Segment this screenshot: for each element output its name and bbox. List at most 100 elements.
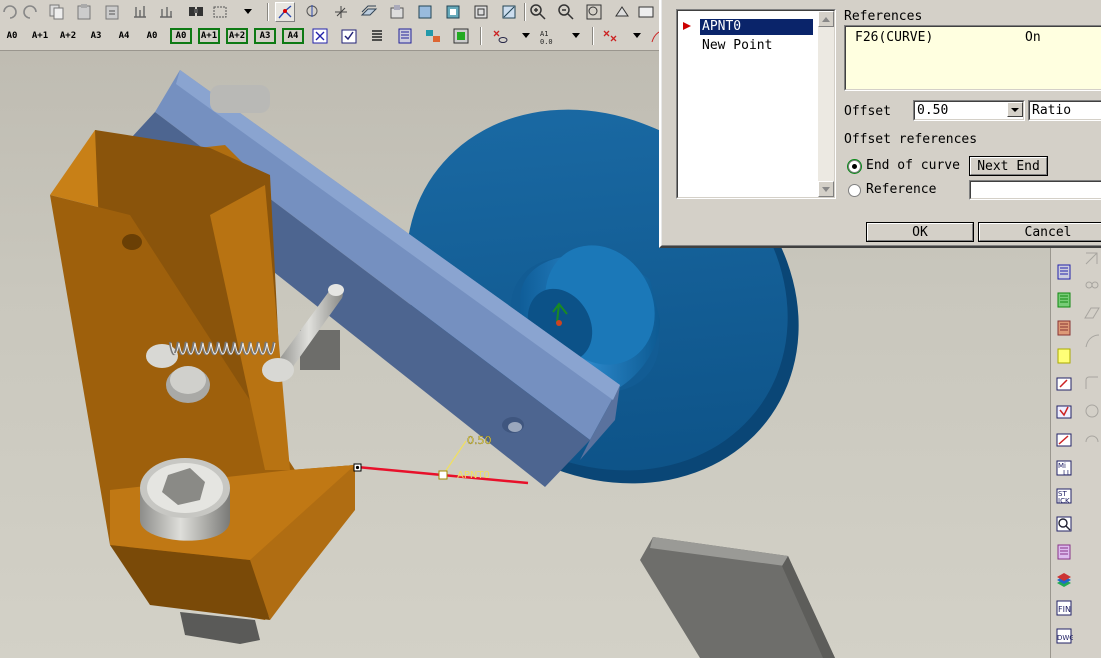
- svg-text:0.0: 0.0: [540, 38, 553, 45]
- regen-manager-icon[interactable]: [156, 2, 176, 22]
- view-mode-button[interactable]: A0: [141, 28, 163, 44]
- gray-block[interactable]: [640, 537, 835, 658]
- end-of-curve-radio[interactable]: [848, 160, 861, 173]
- reference-radio[interactable]: [848, 184, 861, 197]
- view-manager-icon[interactable]: [387, 2, 407, 22]
- datum-point-icon[interactable]: [275, 2, 295, 22]
- drawing-icon[interactable]: DWG: [1054, 626, 1074, 646]
- redo-icon[interactable]: [20, 2, 40, 22]
- datum-plane-icon[interactable]: [359, 2, 379, 22]
- saved-view-icon[interactable]: [415, 2, 435, 22]
- checklist-icon[interactable]: [339, 26, 359, 46]
- ghost-link-icon: [1085, 281, 1099, 289]
- undo-icon[interactable]: [0, 2, 20, 22]
- layer-tree-icon[interactable]: [451, 26, 471, 46]
- ghost-circle-icon: [1085, 404, 1099, 418]
- datum-csys-icon[interactable]: [331, 2, 351, 22]
- references-label: References: [844, 9, 923, 24]
- datum-point-display-icon[interactable]: [600, 26, 620, 46]
- datum-axis-icon[interactable]: [303, 2, 323, 22]
- svg-text:A1: A1: [540, 30, 548, 38]
- reference-label[interactable]: Reference: [866, 182, 936, 197]
- ghost-sketch-icon: [1085, 252, 1098, 265]
- ghost-round-icon: [1085, 376, 1098, 389]
- layers-icon[interactable]: [1054, 570, 1074, 590]
- note-icon[interactable]: [1054, 346, 1074, 366]
- next-end-button[interactable]: Next End: [969, 156, 1048, 176]
- offset-dropdown-arrow[interactable]: [1007, 102, 1023, 117]
- select-box-icon[interactable]: [210, 2, 230, 22]
- view-mode-button[interactable]: A+1: [29, 28, 51, 44]
- notes-icon[interactable]: [395, 26, 415, 46]
- reference-input[interactable]: [969, 180, 1101, 200]
- svg-text:DWG: DWG: [1057, 634, 1073, 642]
- ok-button[interactable]: OK: [866, 222, 974, 242]
- offset-type-text: Ratio: [1032, 103, 1072, 118]
- model-tree-icon[interactable]: [423, 26, 443, 46]
- ghost-arc-icon: [1085, 435, 1099, 443]
- red-table-icon[interactable]: [1054, 318, 1074, 338]
- cancel-button[interactable]: Cancel: [978, 222, 1101, 242]
- point-name-tag: APNT0: [457, 470, 490, 481]
- offset-label: Offset: [844, 104, 891, 119]
- point-list[interactable]: APNT0 New Point: [676, 9, 836, 199]
- stick-icon[interactable]: ST ICK: [1054, 486, 1074, 506]
- view-mode-button[interactable]: A+2: [57, 28, 79, 44]
- reference-name[interactable]: F26(CURVE): [855, 30, 933, 45]
- zoom-in-icon[interactable]: [528, 2, 548, 22]
- point-tag-icon[interactable]: A1 0.0: [538, 26, 558, 46]
- datum-point-dialog: APNT0 New Point References F26(CURVE) On…: [659, 0, 1101, 248]
- reference-state[interactable]: On: [1025, 30, 1041, 45]
- layer-list-icon[interactable]: [367, 26, 387, 46]
- close-window-icon[interactable]: [310, 26, 330, 46]
- point-ratio-tag: 0.50: [467, 434, 492, 447]
- wireframe-icon[interactable]: [499, 2, 519, 22]
- zoom-out-icon[interactable]: [556, 2, 576, 22]
- references-list[interactable]: F26(CURVE) On: [844, 25, 1101, 91]
- regenerate-icon[interactable]: [130, 2, 150, 22]
- hidden-line-icon[interactable]: [471, 2, 491, 22]
- end-of-curve-label[interactable]: End of curve: [866, 158, 960, 173]
- reroute-icon[interactable]: [1054, 430, 1074, 450]
- purple-list-icon[interactable]: [1054, 542, 1074, 562]
- view-mode-button[interactable]: A0: [2, 28, 22, 44]
- svg-text:LL: LL: [1063, 469, 1071, 477]
- copy-icon[interactable]: [46, 2, 66, 22]
- inspect-icon[interactable]: [1054, 514, 1074, 534]
- point-list-item[interactable]: New Point: [702, 38, 772, 54]
- right-toolbar: Mi LL ST ICK FIN DWG: [1050, 248, 1101, 658]
- offset-value-field[interactable]: 0.50: [913, 100, 1025, 121]
- green-table-icon[interactable]: [1054, 290, 1074, 310]
- svg-text:FIN: FIN: [1058, 605, 1071, 614]
- offset-type-select[interactable]: Ratio: [1028, 100, 1101, 121]
- view-mode-button[interactable]: A3: [254, 28, 276, 44]
- refit-icon[interactable]: [584, 2, 604, 22]
- finish-icon[interactable]: FIN: [1054, 598, 1074, 618]
- view-mode-button[interactable]: A3: [86, 28, 106, 44]
- ghost-plane-icon: [1084, 307, 1100, 319]
- paste-icon[interactable]: [74, 2, 94, 22]
- view-mode-button[interactable]: A4: [114, 28, 134, 44]
- select-dropdown[interactable]: [244, 9, 252, 14]
- find-icon[interactable]: [186, 2, 206, 22]
- mill-icon[interactable]: Mi LL: [1054, 458, 1074, 478]
- view-mode-button[interactable]: A4: [282, 28, 304, 44]
- point-list-item[interactable]: APNT0: [700, 19, 813, 35]
- datum-display-icon[interactable]: [490, 26, 510, 46]
- point-list-scrollbar[interactable]: [818, 11, 834, 197]
- shade-icon[interactable]: [443, 2, 463, 22]
- view-mode-button[interactable]: A0: [170, 28, 192, 44]
- ok-label: OK: [912, 224, 928, 240]
- edit-feature-icon[interactable]: [1054, 374, 1074, 394]
- svg-text:ICK: ICK: [1058, 497, 1070, 505]
- view-mode-button[interactable]: A+1: [198, 28, 220, 44]
- spin-center-icon[interactable]: [636, 2, 656, 22]
- paste-special-icon[interactable]: [102, 2, 122, 22]
- ghost-curve-icon: [1085, 334, 1100, 348]
- current-point-arrow-icon: [683, 22, 691, 30]
- view-mode-button[interactable]: A+2: [226, 28, 248, 44]
- redefine-icon[interactable]: [1054, 402, 1074, 422]
- sketch-list-icon[interactable]: [1054, 262, 1074, 282]
- reorient-icon[interactable]: [612, 2, 632, 22]
- next-end-label: Next End: [977, 158, 1040, 174]
